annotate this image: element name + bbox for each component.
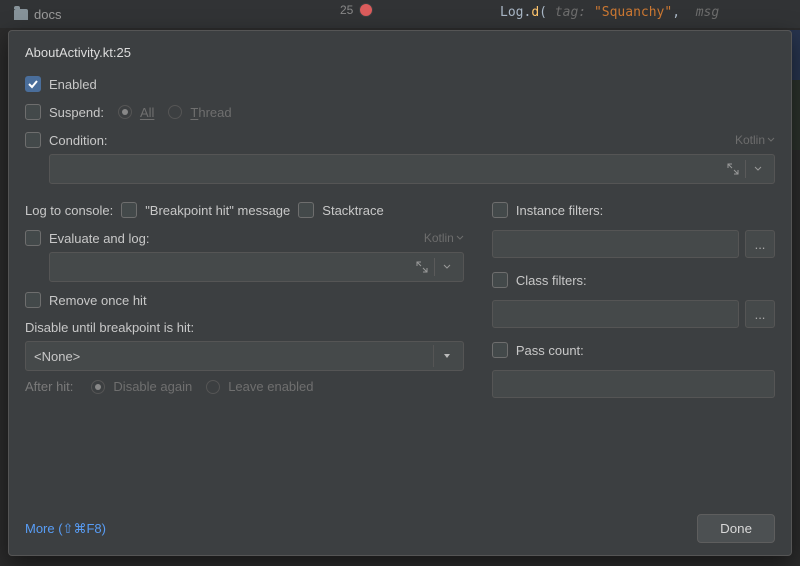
condition-language-tag[interactable]: Kotlin (735, 133, 775, 147)
pass-count-checkbox[interactable] (492, 342, 508, 358)
evaluate-label: Evaluate and log: (49, 231, 149, 246)
chevron-down-icon[interactable] (748, 159, 768, 179)
stacktrace-checkbox[interactable] (298, 202, 314, 218)
line-number: 25 (340, 3, 353, 17)
enabled-label: Enabled (49, 77, 97, 92)
expand-icon[interactable] (412, 257, 432, 277)
suspend-thread-label: Thread (190, 105, 231, 120)
done-button[interactable]: Done (697, 514, 775, 543)
condition-checkbox[interactable] (25, 132, 41, 148)
class-filters-input[interactable] (492, 300, 739, 328)
project-folder[interactable]: docs (0, 7, 61, 22)
remove-once-checkbox[interactable] (25, 292, 41, 308)
class-filters-label: Class filters: (516, 273, 587, 288)
class-filters-checkbox[interactable] (492, 272, 508, 288)
disable-until-label: Disable until breakpoint is hit: (25, 320, 464, 335)
instance-filters-input[interactable] (492, 230, 739, 258)
more-link[interactable]: More (⇧⌘F8) (25, 521, 106, 537)
code-line: Log.d( tag: "Squanchy", msg (500, 5, 719, 20)
pass-count-input[interactable] (492, 370, 775, 398)
chevron-down-icon (456, 234, 464, 242)
instance-filters-label: Instance filters: (516, 203, 603, 218)
evaluate-checkbox[interactable] (25, 230, 41, 246)
breakpoint-title: AboutActivity.kt:25 (25, 45, 775, 60)
disable-until-value: <None> (34, 349, 80, 364)
eval-language-tag[interactable]: Kotlin (424, 231, 464, 245)
suspend-all-label: All (140, 105, 154, 120)
after-disable-radio[interactable] (91, 380, 105, 394)
pass-count-label: Pass count: (516, 343, 584, 358)
expand-icon[interactable] (723, 159, 743, 179)
suspend-checkbox[interactable] (25, 104, 41, 120)
bp-hit-label: "Breakpoint hit" message (145, 203, 290, 218)
after-disable-label: Disable again (113, 379, 192, 394)
suspend-label: Suspend: (49, 105, 104, 120)
log-label: Log to console: (25, 203, 113, 218)
condition-input[interactable] (49, 154, 775, 184)
remove-once-label: Remove once hit (49, 293, 147, 308)
after-hit-label: After hit: (25, 379, 73, 394)
suspend-thread-radio[interactable] (168, 105, 182, 119)
folder-label: docs (34, 7, 61, 22)
stacktrace-label: Stacktrace (322, 203, 383, 218)
chevron-down-icon (767, 136, 775, 144)
after-leave-label: Leave enabled (228, 379, 313, 394)
instance-filters-checkbox[interactable] (492, 202, 508, 218)
evaluate-input[interactable] (49, 252, 464, 282)
breakpoint-icon[interactable] (359, 3, 373, 17)
folder-icon (14, 9, 28, 20)
breakpoint-popup: AboutActivity.kt:25 Enabled Suspend: All… (8, 30, 792, 556)
instance-filters-browse-button[interactable]: ... (745, 230, 775, 258)
chevron-down-icon (433, 345, 455, 367)
condition-label: Condition: (49, 133, 108, 148)
chevron-down-icon[interactable] (437, 257, 457, 277)
after-leave-radio[interactable] (206, 380, 220, 394)
disable-until-select[interactable]: <None> (25, 341, 464, 371)
enabled-checkbox[interactable] (25, 76, 41, 92)
gutter: 25 (340, 3, 373, 17)
suspend-all-radio[interactable] (118, 105, 132, 119)
class-filters-browse-button[interactable]: ... (745, 300, 775, 328)
bp-hit-checkbox[interactable] (121, 202, 137, 218)
editor-top-bar: docs 25 Log.d( tag: "Squanchy", msg (0, 0, 800, 28)
